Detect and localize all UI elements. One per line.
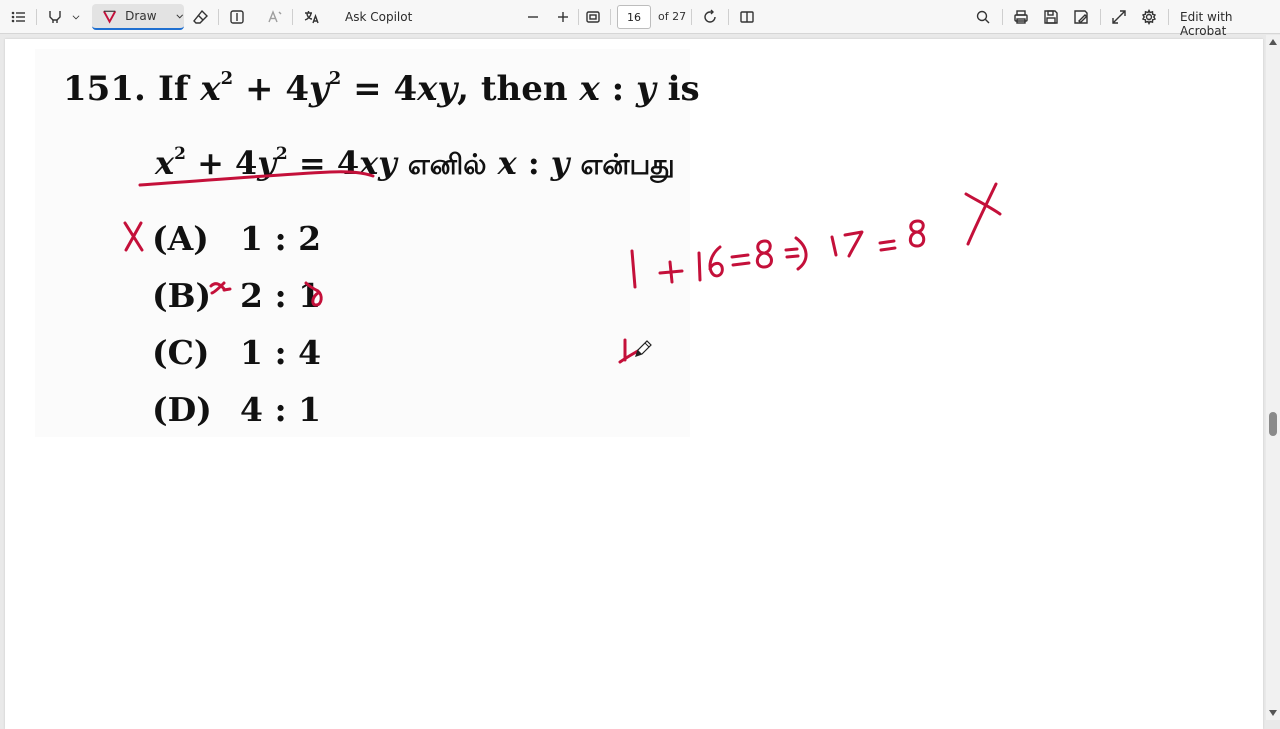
option-c: (C) 1 : 4 <box>152 333 322 372</box>
scroll-up-icon[interactable] <box>1268 37 1278 47</box>
highlight-icon[interactable] <box>46 5 64 29</box>
text-box-icon[interactable] <box>228 5 246 29</box>
translate-icon[interactable] <box>302 5 322 29</box>
vertical-scrollbar[interactable] <box>1266 35 1280 720</box>
ask-copilot-button[interactable]: Ask Copilot <box>345 10 412 24</box>
zoom-in-icon[interactable] <box>554 5 572 29</box>
pdf-page[interactable]: 151. If x2 + 4y2 = 4xy, then x : y is x2… <box>5 39 1263 729</box>
toolbar: Draw Ask Copilot 16 of 27 Edit with Acro… <box>0 0 1280 38</box>
option-d: (D) 4 : 1 <box>152 390 322 429</box>
scroll-down-icon[interactable] <box>1268 708 1278 718</box>
save-icon[interactable] <box>1042 5 1060 29</box>
option-a: (A) 1 : 2 <box>152 219 322 258</box>
eraser-icon[interactable] <box>192 5 210 29</box>
question-text: If x2 + 4y2 = 4xy, then x : y is <box>158 67 700 109</box>
page-total: of 27 <box>658 10 687 23</box>
draw-label: Draw <box>125 9 157 23</box>
chevron-down-icon[interactable] <box>175 11 184 21</box>
page-view-icon[interactable] <box>738 5 756 29</box>
chevron-down-icon[interactable] <box>70 5 82 29</box>
question-number: 151. <box>63 69 146 109</box>
settings-icon[interactable] <box>1140 5 1158 29</box>
draw-icon <box>103 10 117 24</box>
question-text-tamil: x2 + 4y2 = 4xy எனில் x : y என்பது <box>155 144 675 182</box>
draw-button[interactable]: Draw <box>92 4 184 30</box>
page-number-input[interactable]: 16 <box>617 5 651 29</box>
save-as-icon[interactable] <box>1072 5 1090 29</box>
search-icon[interactable] <box>974 5 992 29</box>
rotate-icon[interactable] <box>701 5 719 29</box>
option-b: (B) 2 : 1 <box>152 276 322 315</box>
zoom-out-icon[interactable] <box>524 5 542 29</box>
contents-icon[interactable] <box>10 5 28 29</box>
read-aloud-icon[interactable] <box>266 5 284 29</box>
document-viewer: 151. If x2 + 4y2 = 4xy, then x : y is x2… <box>0 35 1266 729</box>
print-icon[interactable] <box>1012 5 1030 29</box>
fullscreen-icon[interactable] <box>1110 5 1128 29</box>
pen-cursor-icon <box>635 340 652 357</box>
scroll-thumb[interactable] <box>1269 412 1277 436</box>
fit-page-icon[interactable] <box>584 5 602 29</box>
edit-with-acrobat-button[interactable]: Edit with Acrobat <box>1180 10 1280 38</box>
